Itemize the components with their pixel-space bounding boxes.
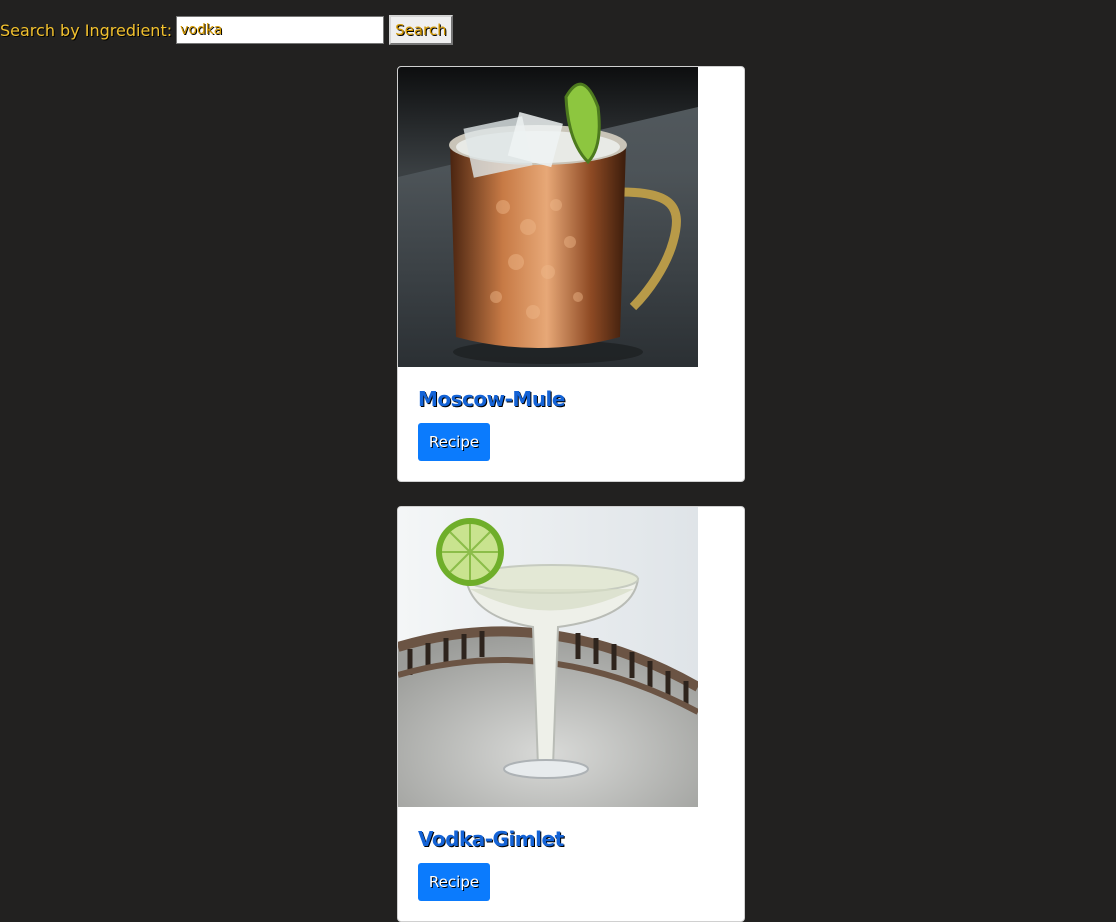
drink-image-moscow-mule (398, 67, 698, 367)
ingredient-search-input[interactable] (176, 16, 385, 44)
drink-title: Moscow-Mule (418, 387, 565, 411)
drink-image-vodka-gimlet (398, 507, 698, 807)
search-label: Search by Ingredient: (0, 20, 173, 40)
search-button[interactable]: Search (389, 15, 453, 45)
recipe-button[interactable]: Recipe (418, 863, 490, 901)
drink-card: Moscow-Mule Recipe (397, 66, 745, 482)
card-body: Vodka-Gimlet Recipe (398, 807, 744, 901)
drink-card: Vodka-Gimlet Recipe (397, 506, 745, 922)
drink-title: Vodka-Gimlet (418, 827, 564, 851)
recipe-button[interactable]: Recipe (418, 423, 490, 461)
card-body: Moscow-Mule Recipe (398, 367, 744, 461)
search-form: Search by Ingredient: Search (0, 15, 453, 45)
